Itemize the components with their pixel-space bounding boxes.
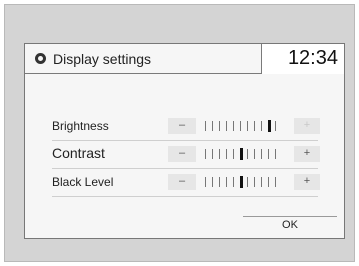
header-bar: Display settings 12:34 (25, 44, 344, 74)
title-tab: Display settings (25, 44, 261, 74)
level-tick (268, 177, 269, 187)
level-tick (212, 177, 213, 187)
black-level-decrease-button[interactable]: – (168, 174, 196, 190)
level-tick (226, 177, 227, 187)
display-settings-screen: Display settings 12:34 Brightness – + Co… (24, 43, 345, 239)
level-tick (219, 121, 220, 131)
setting-label: Brightness (52, 119, 109, 133)
level-tick (247, 149, 248, 159)
level-tick (205, 149, 206, 159)
level-tick (205, 177, 206, 187)
level-tick (247, 121, 248, 131)
contrast-increase-button[interactable]: + (294, 146, 320, 162)
row-divider (52, 168, 318, 169)
ok-button[interactable]: OK (243, 216, 337, 233)
clock: 12:34 (287, 47, 338, 69)
level-tick (275, 149, 276, 159)
level-tick (233, 177, 234, 187)
page-title: Display settings (53, 51, 152, 67)
level-tick (226, 121, 227, 131)
black-level-level-bar[interactable] (205, 175, 285, 189)
level-tick (261, 177, 262, 187)
gear-icon (35, 53, 46, 64)
setting-row-contrast: Contrast – + (52, 144, 320, 166)
setting-row-black-level: Black Level – + (52, 172, 320, 194)
brightness-increase-button[interactable]: + (294, 118, 320, 134)
level-tick (240, 121, 241, 131)
level-tick (261, 149, 262, 159)
level-tick (219, 149, 220, 159)
clock-tab: 12:34 (261, 44, 344, 74)
level-tick (205, 121, 206, 131)
level-tick (254, 177, 255, 187)
level-indicator (268, 120, 271, 132)
level-tick (247, 177, 248, 187)
setting-row-brightness: Brightness – + (52, 116, 320, 138)
level-tick (212, 149, 213, 159)
level-tick (268, 149, 269, 159)
brightness-level-bar[interactable] (205, 119, 285, 133)
level-tick (254, 121, 255, 131)
level-tick (212, 121, 213, 131)
level-indicator (240, 176, 243, 188)
level-tick (226, 149, 227, 159)
brightness-decrease-button[interactable]: – (168, 118, 196, 134)
setting-label: Black Level (52, 175, 114, 189)
level-tick (233, 149, 234, 159)
level-tick (219, 177, 220, 187)
level-tick (275, 121, 276, 131)
contrast-level-bar[interactable] (205, 147, 285, 161)
contrast-decrease-button[interactable]: – (168, 146, 196, 162)
device-bezel: Display settings 12:34 Brightness – + Co… (4, 4, 355, 262)
black-level-increase-button[interactable]: + (294, 174, 320, 190)
level-tick (261, 121, 262, 131)
row-divider (52, 196, 318, 197)
row-divider (52, 140, 318, 141)
setting-label: Contrast (52, 145, 105, 161)
level-tick (254, 149, 255, 159)
level-indicator (240, 148, 243, 160)
level-tick (275, 177, 276, 187)
level-tick (233, 121, 234, 131)
